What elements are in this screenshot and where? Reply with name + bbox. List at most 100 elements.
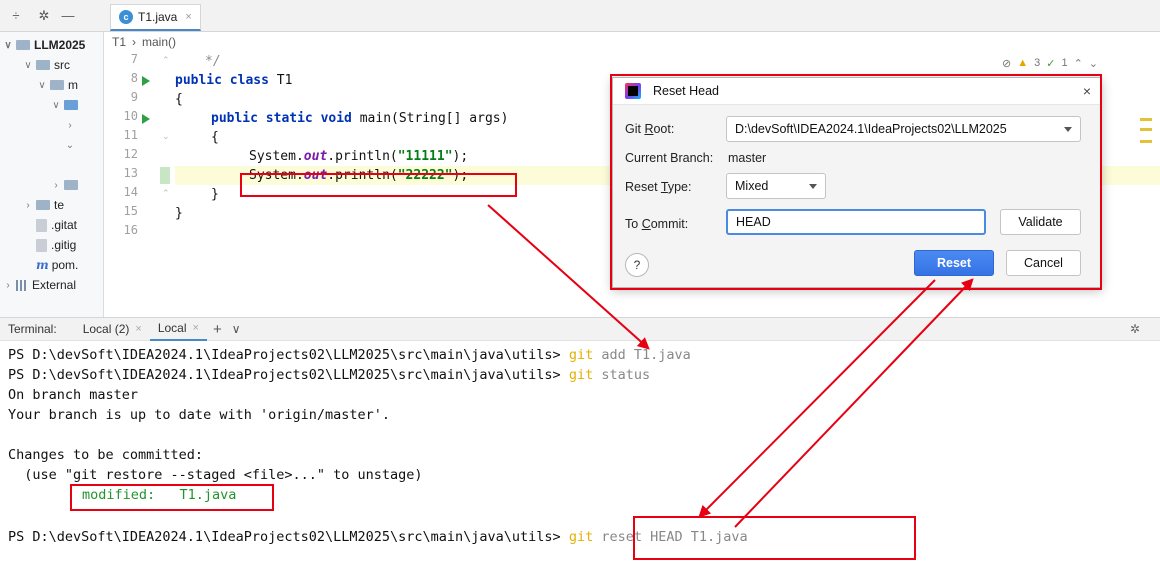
- chevron-down-icon[interactable]: ⌄: [64, 140, 76, 151]
- chevron-up-icon[interactable]: ⌃: [1074, 57, 1083, 70]
- line-number: 7: [130, 52, 138, 66]
- intellij-logo-icon: [625, 83, 641, 99]
- current-branch-label: Current Branch:: [625, 151, 714, 165]
- check-count: 1: [1061, 57, 1068, 69]
- settings-icon[interactable]: ✲: [36, 8, 52, 24]
- terminal-line: PS D:\devSoft\IDEA2024.1\IdeaProjects02\…: [8, 346, 691, 363]
- chevron-down-icon[interactable]: ∨: [36, 80, 48, 91]
- breadcrumb-separator: ›: [132, 35, 137, 49]
- modified-file-line: modified: T1.java: [82, 486, 237, 503]
- tree-item-external[interactable]: › External: [2, 275, 76, 295]
- to-commit-label: To Commit:: [625, 217, 689, 231]
- line-number: 13: [123, 166, 138, 180]
- chevron-down-icon[interactable]: ⌄: [1089, 57, 1098, 70]
- add-tab-icon[interactable]: +: [213, 321, 222, 338]
- warning-count: 3: [1034, 57, 1041, 69]
- breadcrumb-method[interactable]: main(): [142, 35, 176, 49]
- fold-icon[interactable]: ⌄: [162, 131, 170, 142]
- current-branch-value: master: [728, 151, 767, 165]
- tree-item-collapsed[interactable]: ›: [64, 115, 76, 135]
- line-number: 12: [123, 147, 138, 161]
- terminal-tab-local[interactable]: Local ×: [149, 317, 207, 341]
- terminal-line: PS D:\devSoft\IDEA2024.1\IdeaProjects02\…: [8, 366, 651, 383]
- inspection-status[interactable]: ⊘ ▲ 3 ✓ 1 ⌃ ⌄: [1002, 54, 1098, 72]
- eye-crossed-icon[interactable]: ⊘: [1002, 57, 1011, 70]
- terminal-header: Terminal: Local (2) × Local × + ∨ ✲: [0, 317, 1160, 341]
- added-line-marker: [160, 167, 170, 184]
- warning-stripe[interactable]: [1140, 118, 1152, 121]
- code-line-8: public class T1: [175, 73, 293, 88]
- close-icon[interactable]: ×: [193, 322, 199, 334]
- to-commit-input[interactable]: HEAD: [726, 209, 986, 235]
- fold-icon[interactable]: ⌃: [162, 55, 170, 66]
- tree-item-folder[interactable]: ›: [50, 175, 82, 195]
- reset-head-dialog: Reset Head × Git Root: D:\devSoft\IDEA20…: [612, 77, 1102, 288]
- tree-item-gitattributes[interactable]: .gitat: [34, 215, 77, 235]
- file-icon: [36, 218, 47, 232]
- tree-item-pom[interactable]: m pom.: [34, 255, 78, 275]
- chevron-right-icon[interactable]: ›: [50, 180, 62, 191]
- chevron-down-icon[interactable]: ∨: [50, 100, 62, 111]
- tree-item-src[interactable]: ∨ src: [22, 55, 70, 75]
- folder-icon: [50, 80, 64, 90]
- collapse-icon[interactable]: ÷: [8, 8, 24, 23]
- terminal-line: PS D:\devSoft\IDEA2024.1\IdeaProjects02\…: [8, 528, 748, 545]
- chevron-down-icon: [809, 184, 817, 189]
- close-icon[interactable]: ×: [185, 11, 191, 23]
- breadcrumb: T1 › main(): [104, 32, 1160, 52]
- cancel-button[interactable]: Cancel: [1006, 250, 1081, 276]
- line-number: 16: [123, 223, 138, 237]
- code-line-12: System. out .println("11111");: [249, 149, 469, 164]
- editor-gutter: 7 8 9 10 11 12 13 14 15 16 ⌃ ⌄ ⌃: [104, 52, 170, 317]
- file-icon: [36, 238, 47, 252]
- warning-stripe[interactable]: [1140, 140, 1152, 143]
- tree-item-test[interactable]: › te: [22, 195, 64, 215]
- chevron-down-icon[interactable]: ∨: [232, 322, 241, 336]
- chevron-right-icon[interactable]: ›: [64, 120, 76, 131]
- line-number: 8: [130, 71, 138, 85]
- chevron-down-icon[interactable]: ∨: [22, 60, 34, 71]
- help-button[interactable]: ?: [625, 253, 649, 277]
- minimize-icon[interactable]: —: [60, 8, 76, 23]
- tab-t1-java[interactable]: c T1.java ×: [110, 4, 201, 31]
- run-main-icon[interactable]: [142, 114, 150, 124]
- warning-icon: ▲: [1017, 57, 1029, 69]
- reset-type-select[interactable]: Mixed: [726, 173, 826, 199]
- module-icon: [16, 40, 30, 50]
- tree-item-main[interactable]: ∨ m: [36, 75, 78, 95]
- code-line-7: */: [205, 54, 221, 69]
- git-root-select[interactable]: D:\devSoft\IDEA2024.1\IdeaProjects02\LLM…: [726, 116, 1081, 142]
- settings-icon[interactable]: ✲: [1130, 322, 1140, 336]
- tree-root[interactable]: ∨ LLM2025: [2, 35, 85, 55]
- validate-button[interactable]: Validate: [1000, 209, 1081, 235]
- chevron-down-icon: [1064, 127, 1072, 132]
- chevron-right-icon[interactable]: ›: [22, 200, 34, 211]
- terminal-line: Changes to be committed:: [8, 446, 204, 463]
- warning-stripe[interactable]: [1140, 128, 1152, 131]
- tree-item-gitignore[interactable]: .gitig: [34, 235, 76, 255]
- code-line-11: {: [211, 130, 219, 145]
- chevron-right-icon[interactable]: ›: [2, 280, 14, 291]
- fold-icon[interactable]: ⌃: [162, 188, 170, 199]
- code-line-10: public static void main(String[] args): [211, 111, 509, 126]
- tree-item-package[interactable]: ∨: [50, 95, 82, 115]
- tree-item-expanded[interactable]: ⌄: [64, 135, 76, 155]
- dialog-title: Reset Head: [653, 84, 720, 98]
- chevron-down-icon[interactable]: ∨: [2, 40, 14, 51]
- terminal-line: (use "git restore --staged <file>..." to…: [8, 466, 423, 483]
- dialog-title-bar[interactable]: Reset Head ×: [613, 78, 1101, 105]
- code-line-14: }: [211, 187, 219, 202]
- close-icon[interactable]: ×: [1083, 83, 1091, 99]
- line-number: 15: [123, 204, 138, 218]
- terminal-title: Terminal:: [8, 322, 57, 336]
- close-icon[interactable]: ×: [135, 323, 141, 335]
- terminal-tab-local-2[interactable]: Local (2) ×: [75, 317, 150, 341]
- terminal-output[interactable]: PS D:\devSoft\IDEA2024.1\IdeaProjects02\…: [0, 341, 1160, 582]
- terminal-line: On branch master: [8, 386, 139, 403]
- run-class-icon[interactable]: [142, 76, 150, 86]
- line-number: 9: [130, 90, 138, 104]
- reset-button[interactable]: Reset: [914, 250, 994, 276]
- check-icon: ✓: [1046, 57, 1056, 70]
- breadcrumb-class[interactable]: T1: [112, 35, 126, 49]
- editor-tab-bar: ÷ ✲ — c T1.java ×: [0, 0, 1160, 32]
